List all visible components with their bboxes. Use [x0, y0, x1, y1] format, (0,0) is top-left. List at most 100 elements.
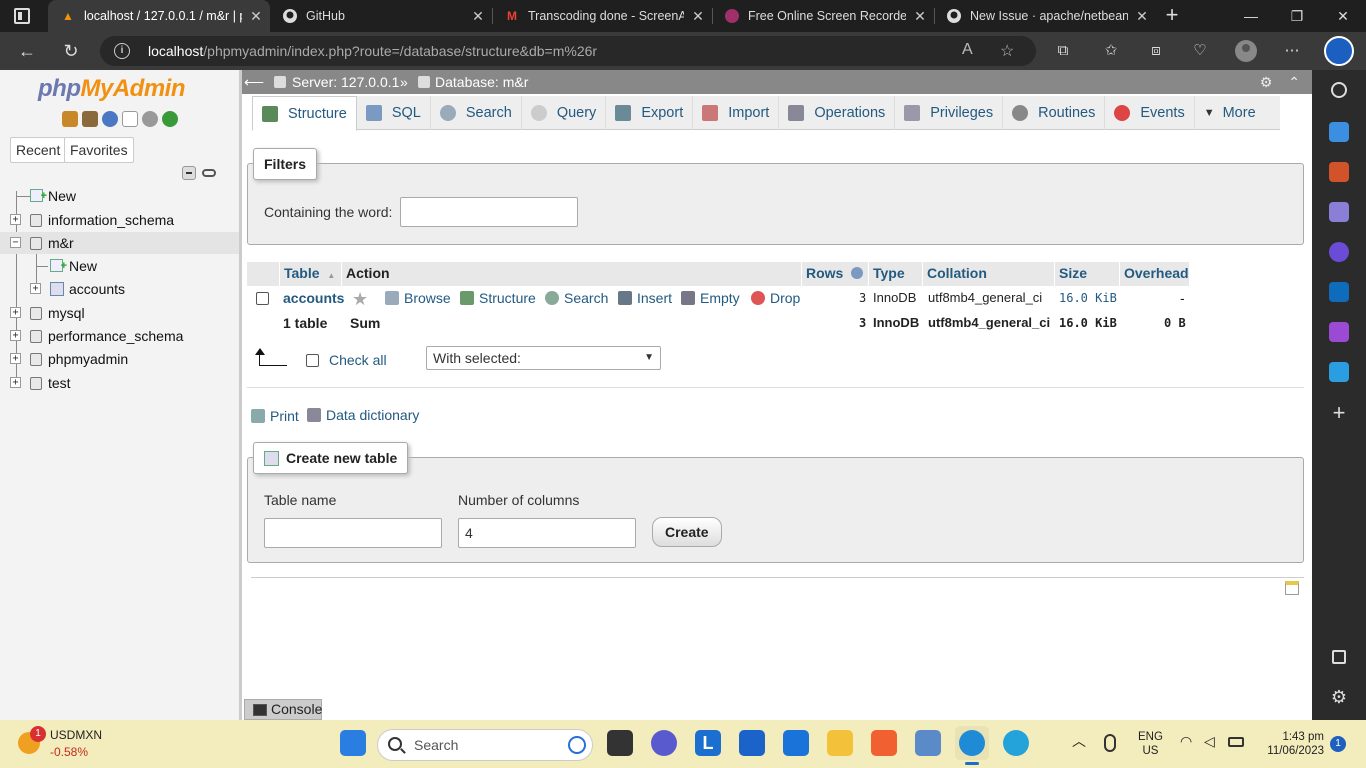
taskbar-search[interactable]: Search	[377, 729, 593, 761]
notification-badge[interactable]: 1	[1330, 736, 1346, 752]
nav-tab-favorites[interactable]: Favorites	[64, 137, 134, 163]
favorite-star-icon[interactable]: ★	[352, 289, 368, 309]
sidebar-toggle-icon[interactable]	[1332, 650, 1346, 664]
link-with-main-icon[interactable]	[202, 169, 216, 177]
designer-icon[interactable]	[1329, 322, 1349, 342]
edge-icon[interactable]	[1003, 730, 1029, 756]
games-icon[interactable]	[1329, 202, 1349, 222]
browser-tab-gmail[interactable]: M Transcoding done - ScreenAp ✕	[492, 0, 712, 32]
extensions-icon[interactable]: ⧉	[1053, 41, 1073, 61]
mail-icon[interactable]	[783, 730, 809, 756]
console-tab[interactable]: Console	[244, 699, 322, 720]
browser-tab-github[interactable]: GitHub ✕	[270, 0, 492, 32]
shopping-icon[interactable]	[1329, 122, 1349, 142]
close-tab-icon[interactable]: ✕	[684, 8, 712, 25]
restore-button[interactable]: ❐	[1274, 0, 1320, 32]
breadcrumb-server[interactable]: Server: 127.0.0.1	[292, 70, 399, 94]
read-aloud-icon[interactable]: A	[962, 41, 973, 59]
print-link[interactable]: Print	[251, 406, 299, 426]
task-view-icon[interactable]	[607, 730, 633, 756]
outlook-icon[interactable]	[1329, 282, 1349, 302]
check-all-label[interactable]: Check all	[329, 350, 387, 370]
search-icon[interactable]	[1331, 82, 1347, 98]
clock[interactable]: 1:43 pm 11/06/2023	[1262, 730, 1324, 758]
expand-icon[interactable]: +	[10, 353, 21, 364]
tray-overflow-icon[interactable]: ︿	[1072, 734, 1086, 748]
tree-item-phpmyadmin[interactable]: + phpmyadmin	[0, 348, 239, 370]
collapse-all-icon[interactable]	[182, 166, 196, 180]
start-windows-icon[interactable]	[340, 730, 366, 756]
browser-tab-screenapp[interactable]: Free Online Screen Recorder | ✕	[712, 0, 934, 32]
tab-sql[interactable]: SQL	[357, 96, 431, 130]
action-drop[interactable]: Drop	[751, 288, 800, 308]
close-tab-icon[interactable]: ✕	[906, 8, 934, 25]
back-button[interactable]: ←	[14, 39, 40, 65]
battery-icon[interactable]	[1228, 737, 1244, 747]
tab-actions-icon[interactable]	[14, 8, 30, 24]
tree-item-accounts[interactable]: + accounts	[0, 278, 239, 300]
collapse-nav-icon[interactable]: ⟵	[244, 70, 264, 94]
browser-tab-phpmyadmin[interactable]: ▲ localhost / 127.0.0.1 / m&r | p ✕	[48, 0, 270, 32]
action-empty[interactable]: Empty	[681, 288, 740, 308]
url-field[interactable]: i localhost/phpmyadmin/index.php?route=/…	[100, 36, 1036, 66]
breadcrumb-database[interactable]: Database: m&r	[435, 70, 528, 94]
tree-item-information-schema[interactable]: + information_schema	[0, 209, 239, 231]
check-all-checkbox[interactable]	[306, 354, 319, 367]
action-insert[interactable]: Insert	[618, 288, 672, 308]
help-icon[interactable]	[102, 111, 118, 127]
filter-input[interactable]	[400, 197, 578, 227]
site-info-icon[interactable]: i	[114, 43, 130, 59]
edge-active-app[interactable]	[955, 726, 989, 765]
tree-item-m-r[interactable]: − m&r	[0, 232, 239, 254]
tab-export[interactable]: Export	[606, 96, 694, 130]
file-explorer-icon[interactable]	[827, 730, 853, 756]
refresh-button[interactable]: ↻	[58, 39, 84, 65]
teams-chat-icon[interactable]	[651, 730, 677, 756]
tree-item-new-table[interactable]: New	[0, 255, 239, 277]
close-tab-icon[interactable]: ✕	[1128, 8, 1156, 25]
tab-routines[interactable]: Routines	[1003, 96, 1106, 130]
nav-tab-recent[interactable]: Recent	[10, 137, 67, 163]
expand-icon[interactable]: +	[10, 307, 21, 318]
store-icon[interactable]	[739, 730, 765, 756]
header-overhead[interactable]: Overhead	[1120, 262, 1190, 286]
settings-icon[interactable]	[142, 111, 158, 127]
table-name-link[interactable]: accounts	[283, 288, 344, 308]
tools-icon[interactable]	[1329, 162, 1349, 182]
tree-item-performance-schema[interactable]: + performance_schema	[0, 325, 239, 347]
row-size[interactable]: 16.0 KiB	[1059, 288, 1117, 308]
home-icon[interactable]	[62, 111, 78, 127]
tree-item-test[interactable]: + test	[0, 372, 239, 394]
action-structure[interactable]: Structure	[460, 288, 536, 308]
tree-item-mysql[interactable]: + mysql	[0, 302, 239, 324]
xampp-icon[interactable]	[871, 730, 897, 756]
virtualbox-icon[interactable]	[915, 730, 941, 756]
tab-import[interactable]: Import	[693, 96, 780, 130]
action-search[interactable]: Search	[545, 288, 608, 308]
microphone-icon[interactable]	[1104, 734, 1116, 752]
expand-icon[interactable]: +	[10, 330, 21, 341]
data-dictionary-link[interactable]: Data dictionary	[307, 405, 419, 425]
row-checkbox[interactable]	[256, 292, 269, 305]
logout-icon[interactable]	[82, 111, 98, 127]
tab-events[interactable]: Events	[1105, 96, 1195, 130]
help-icon[interactable]	[851, 267, 864, 279]
more-options-icon[interactable]: ⋯	[1282, 41, 1302, 61]
send-icon[interactable]	[1329, 362, 1349, 382]
reload-icon[interactable]	[162, 111, 178, 127]
new-tab-button[interactable]: +	[1160, 4, 1184, 28]
ticker-name[interactable]: USDMXN	[50, 728, 102, 742]
expand-icon[interactable]: +	[10, 214, 21, 225]
close-tab-icon[interactable]: ✕	[242, 8, 270, 25]
browser-tab-netbeans[interactable]: New Issue · apache/netbeans ✕	[934, 0, 1156, 32]
phpmyadmin-logo[interactable]: phpMyAdmin	[38, 75, 185, 103]
page-icon[interactable]	[1285, 581, 1299, 595]
header-collation[interactable]: Collation	[923, 262, 1055, 286]
profile-avatar[interactable]	[1235, 40, 1257, 62]
settings-gear-icon[interactable]: ⚙	[1329, 687, 1349, 707]
header-type[interactable]: Type	[869, 262, 923, 286]
favorites-icon[interactable]: ✩	[1101, 41, 1121, 61]
columns-input[interactable]: 4	[458, 518, 636, 548]
expand-icon[interactable]: +	[30, 283, 41, 294]
l-app-icon[interactable]: L	[695, 730, 721, 756]
